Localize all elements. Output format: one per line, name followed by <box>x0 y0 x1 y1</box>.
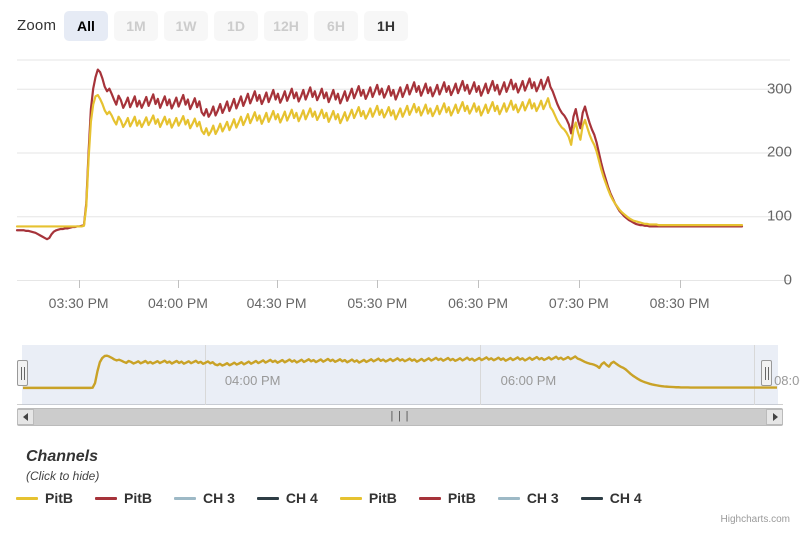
arrow-left-icon <box>22 413 28 421</box>
navigator-tick-label: 04:00 PM <box>224 373 281 388</box>
chart-widget: Zoom All 1M 1W 1D 12H 6H 1H 300 200 100 0 03:30 P… <box>0 0 800 533</box>
legend: Channels (Click to hide) PitB PitB CH 3 CH … <box>0 448 800 518</box>
legend-item-label: CH 4 <box>609 490 642 506</box>
handle-grip-line <box>765 367 766 380</box>
arrow-right-icon <box>772 413 778 421</box>
y-axis-tick-label: 300 <box>766 80 792 98</box>
scrollbar-left-arrow[interactable] <box>17 409 34 425</box>
legend-color-swatch <box>580 496 603 500</box>
navigator-left-handle[interactable] <box>17 360 28 386</box>
legend-item[interactable]: PitB <box>339 490 397 506</box>
y-axis-tick-label: 200 <box>766 143 792 161</box>
plot-svg <box>15 59 790 288</box>
legend-color-swatch <box>497 496 520 500</box>
legend-color-swatch <box>418 496 441 500</box>
scrollbar-right-arrow[interactable] <box>766 409 783 425</box>
credits-link[interactable]: Highcharts.com <box>721 514 790 525</box>
x-axis-tick-label: 03:30 PM <box>48 295 109 311</box>
legend-item-label: CH 3 <box>526 490 559 506</box>
navigator-series-svg <box>23 354 777 390</box>
y-axis-tick-label: 100 <box>766 207 792 225</box>
legend-item-label: CH 3 <box>203 490 235 506</box>
range-button-1h[interactable]: 1H <box>364 11 408 41</box>
navigator-tick-label: 08:00 PM <box>774 373 800 388</box>
range-button-12h: 12H <box>264 11 308 41</box>
handle-grip-line <box>24 367 25 380</box>
legend-color-swatch <box>16 496 38 500</box>
legend-item-list: PitB PitB CH 3 CH 4 PitB PitB CH 3 CH 4 <box>16 490 786 506</box>
legend-color-swatch <box>174 496 196 500</box>
y-axis-tick-label: 0 <box>783 271 792 289</box>
legend-subtitle: (Click to hide) <box>26 469 100 483</box>
navigator-right-handle[interactable] <box>761 360 772 386</box>
handle-grip-line <box>21 367 22 380</box>
legend-item[interactable]: PitB <box>418 490 476 506</box>
range-button-1m: 1M <box>114 11 158 41</box>
navigator-tick-label: 06:00 PM <box>500 373 557 388</box>
legend-item-label: PitB <box>124 490 152 506</box>
scrollbar-grip[interactable]: ||| <box>389 411 412 423</box>
legend-item[interactable]: CH 4 <box>256 490 318 506</box>
main-plot-area: 300 200 100 0 03:30 PM 04:00 PM 04:30 PM 05:30… <box>0 52 800 311</box>
legend-item[interactable]: CH 3 <box>497 490 559 506</box>
navigator-scrollbar[interactable]: ||| <box>17 408 783 426</box>
legend-item-label: PitB <box>447 490 476 506</box>
legend-item-label: PitB <box>368 490 397 506</box>
legend-item-label: PitB <box>45 490 73 506</box>
range-selector: Zoom All 1M 1W 1D 12H 6H 1H <box>0 0 800 52</box>
legend-color-swatch <box>95 496 117 500</box>
legend-color-swatch <box>339 496 362 500</box>
x-axis-tick-label: 04:00 PM <box>147 295 208 311</box>
navigator-track[interactable]: 04:00 PM 06:00 PM 08:00 PM <box>17 345 800 405</box>
x-axis-tick-label: 08:30 PM <box>649 295 710 311</box>
x-axis-tick-label: 06:30 PM <box>448 295 509 311</box>
x-axis-tick-label: 07:30 PM <box>548 295 609 311</box>
legend-item-label: CH 4 <box>285 490 318 506</box>
range-button-all[interactable]: All <box>64 11 108 41</box>
legend-item[interactable]: PitB <box>95 490 152 506</box>
x-axis-tick-label: 04:30 PM <box>246 295 307 311</box>
x-axis-tick-label: 05:30 PM <box>347 295 408 311</box>
legend-item[interactable]: PitB <box>16 490 73 506</box>
range-button-1w: 1W <box>164 11 208 41</box>
range-button-1d: 1D <box>214 11 258 41</box>
handle-grip-line <box>768 367 769 380</box>
zoom-label: Zoom <box>17 17 57 34</box>
legend-color-swatch <box>256 496 279 500</box>
range-selector-buttons: All 1M 1W 1D 12H 6H 1H <box>64 11 408 41</box>
legend-item[interactable]: CH 3 <box>174 490 235 506</box>
range-button-6h: 6H <box>314 11 358 41</box>
legend-item[interactable]: CH 4 <box>580 490 642 506</box>
legend-title: Channels <box>26 448 99 465</box>
navigator[interactable]: 04:00 PM 06:00 PM 08:00 PM ||| <box>0 340 800 430</box>
